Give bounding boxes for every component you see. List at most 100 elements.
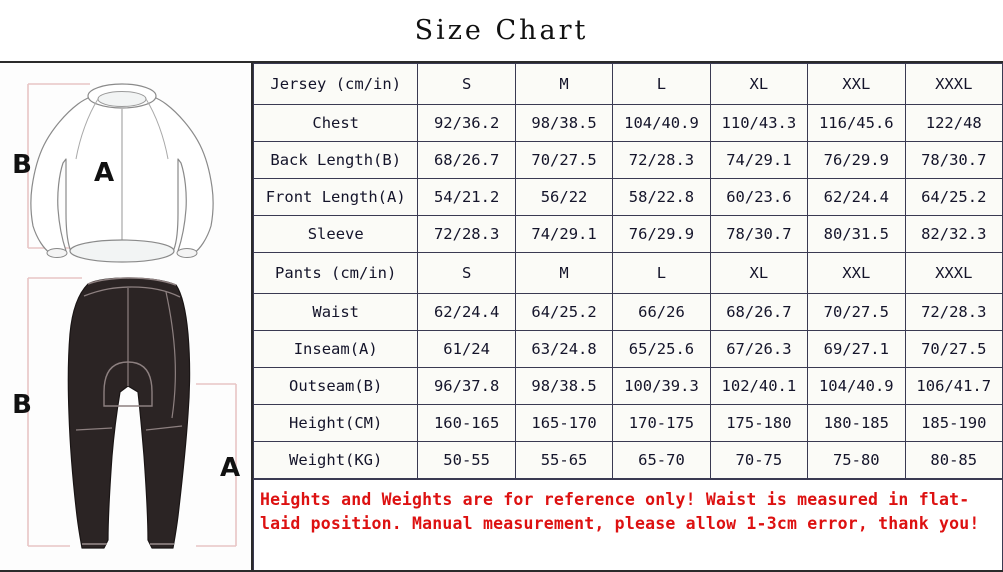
cell-back-length-m: 70/27.5 (514, 141, 614, 179)
jersey-header-xxxl: XXXL (904, 63, 1003, 105)
cell-sleeve-xxl: 80/31.5 (807, 215, 906, 253)
pants-header-s: S (417, 252, 516, 294)
table-row: Weight(KG) 50-55 55-65 65-70 70-75 75-80… (252, 441, 1003, 479)
cell-outseam-s: 96/37.8 (417, 367, 516, 405)
cell-waist-xxl: 70/27.5 (807, 293, 906, 331)
cell-weight-l: 65-70 (612, 441, 711, 479)
table-column: Jersey (cm/in) S M L XL XXL XXXL Chest 9… (252, 63, 1003, 570)
jersey-label-b: B (12, 150, 32, 180)
cell-inseam-xxl: 69/27.1 (807, 330, 906, 368)
chart-frame: B A B A Jersey (cm/in) S M L XL XXL XXXL… (0, 61, 1003, 572)
cell-waist-l: 66/26 (612, 293, 711, 331)
cell-front-length-xxl: 62/24.4 (807, 178, 906, 216)
cell-outseam-m: 98/38.5 (514, 367, 614, 405)
cell-height-xxl: 180-185 (807, 404, 906, 442)
jersey-header-m: M (514, 63, 614, 105)
cell-weight-m: 55-65 (514, 441, 614, 479)
cell-inseam-s: 61/24 (417, 330, 516, 368)
cell-weight-xxl: 75-80 (807, 441, 906, 479)
pants-illustration: B A (0, 268, 253, 570)
cell-front-length-xl: 60/23.6 (709, 178, 809, 216)
cell-outseam-xl: 102/40.1 (709, 367, 809, 405)
cell-chest-s: 92/36.2 (417, 104, 516, 142)
cell-back-length-xxxl: 78/30.7 (904, 141, 1003, 179)
cell-height-xl: 175-180 (709, 404, 809, 442)
row-label-front-length: Front Length(A) (252, 178, 419, 216)
cell-front-length-m: 56/22 (514, 178, 614, 216)
pants-header-xl: XL (709, 252, 809, 294)
cell-inseam-xl: 67/26.3 (709, 330, 809, 368)
jersey-header-xxl: XXL (807, 63, 906, 105)
cell-sleeve-xxxl: 82/32.3 (904, 215, 1003, 253)
jersey-header-label: Jersey (cm/in) (252, 63, 419, 105)
cell-sleeve-l: 76/29.9 (612, 215, 711, 253)
cell-back-length-xxl: 76/29.9 (807, 141, 906, 179)
cell-inseam-m: 63/24.8 (514, 330, 614, 368)
row-label-weight: Weight(KG) (252, 441, 419, 479)
table-row: Sleeve 72/28.3 74/29.1 76/29.9 78/30.7 8… (252, 215, 1003, 253)
table-row: Inseam(A) 61/24 63/24.8 65/25.6 67/26.3 … (252, 330, 1003, 368)
cell-chest-m: 98/38.5 (514, 104, 614, 142)
pants-header-xxxl: XXXL (904, 252, 1003, 294)
jersey-header-xl: XL (709, 63, 809, 105)
jersey-header-row: Jersey (cm/in) S M L XL XXL XXXL (252, 63, 1003, 105)
jersey-illustration: B A (0, 63, 253, 268)
row-label-sleeve: Sleeve (252, 215, 419, 253)
pants-header-label: Pants (cm/in) (252, 252, 419, 294)
cell-outseam-l: 100/39.3 (612, 367, 711, 405)
title-bar: Size Chart (0, 0, 1003, 61)
cell-weight-xxxl: 80-85 (904, 441, 1003, 479)
cell-height-xxxl: 185-190 (904, 404, 1003, 442)
size-chart-page: Size Chart B A B A Jersey (cm/in) S M L … (0, 0, 1003, 572)
cell-sleeve-m: 74/29.1 (514, 215, 614, 253)
cell-front-length-s: 54/21.2 (417, 178, 516, 216)
table-row: Back Length(B) 68/26.7 70/27.5 72/28.3 7… (252, 141, 1003, 179)
cell-height-s: 160-165 (417, 404, 516, 442)
cell-sleeve-xl: 78/30.7 (709, 215, 809, 253)
table-row: Height(CM) 160-165 165-170 170-175 175-1… (252, 404, 1003, 442)
cell-outseam-xxl: 104/40.9 (807, 367, 906, 405)
jersey-header-l: L (612, 63, 711, 105)
jersey-label-a: A (94, 158, 114, 188)
row-label-outseam: Outseam(B) (252, 367, 419, 405)
row-label-height: Height(CM) (252, 404, 419, 442)
size-table: Jersey (cm/in) S M L XL XXL XXXL Chest 9… (252, 63, 1003, 479)
table-row: Chest 92/36.2 98/38.5 104/40.9 110/43.3 … (252, 104, 1003, 142)
cell-height-m: 165-170 (514, 404, 614, 442)
jersey-header-s: S (417, 63, 516, 105)
cell-outseam-xxxl: 106/41.7 (904, 367, 1003, 405)
cell-chest-xxl: 116/45.6 (807, 104, 906, 142)
row-label-inseam: Inseam(A) (252, 330, 419, 368)
cell-sleeve-s: 72/28.3 (417, 215, 516, 253)
illustration-column: B A B A (0, 63, 253, 570)
row-label-back-length: Back Length(B) (252, 141, 419, 179)
pants-label-a: A (220, 453, 240, 483)
row-label-chest: Chest (252, 104, 419, 142)
pants-header-xxl: XXL (807, 252, 906, 294)
jersey-svg: B A (12, 83, 214, 263)
cell-waist-xl: 68/26.7 (709, 293, 809, 331)
cell-inseam-l: 65/25.6 (612, 330, 711, 368)
measurement-note: Heights and Weights are for reference on… (253, 479, 1003, 570)
pants-label-b: B (12, 390, 32, 420)
pants-header-m: M (514, 252, 614, 294)
cell-chest-xxxl: 122/48 (904, 104, 1003, 142)
cell-back-length-s: 68/26.7 (417, 141, 516, 179)
row-label-waist: Waist (252, 293, 419, 331)
cell-waist-s: 62/24.4 (417, 293, 516, 331)
cell-waist-xxxl: 72/28.3 (904, 293, 1003, 331)
pants-header-row: Pants (cm/in) S M L XL XXL XXXL (252, 252, 1003, 294)
cell-chest-l: 104/40.9 (612, 104, 711, 142)
cell-front-length-l: 58/22.8 (612, 178, 711, 216)
cell-weight-xl: 70-75 (709, 441, 809, 479)
cell-height-l: 170-175 (612, 404, 711, 442)
pants-svg: B A (12, 277, 240, 549)
cell-back-length-l: 72/28.3 (612, 141, 711, 179)
table-row: Front Length(A) 54/21.2 56/22 58/22.8 60… (252, 178, 1003, 216)
cell-back-length-xl: 74/29.1 (709, 141, 809, 179)
page-title: Size Chart (414, 15, 589, 46)
cell-weight-s: 50-55 (417, 441, 516, 479)
cell-inseam-xxxl: 70/27.5 (904, 330, 1003, 368)
cell-chest-xl: 110/43.3 (709, 104, 809, 142)
cell-front-length-xxxl: 64/25.2 (904, 178, 1003, 216)
